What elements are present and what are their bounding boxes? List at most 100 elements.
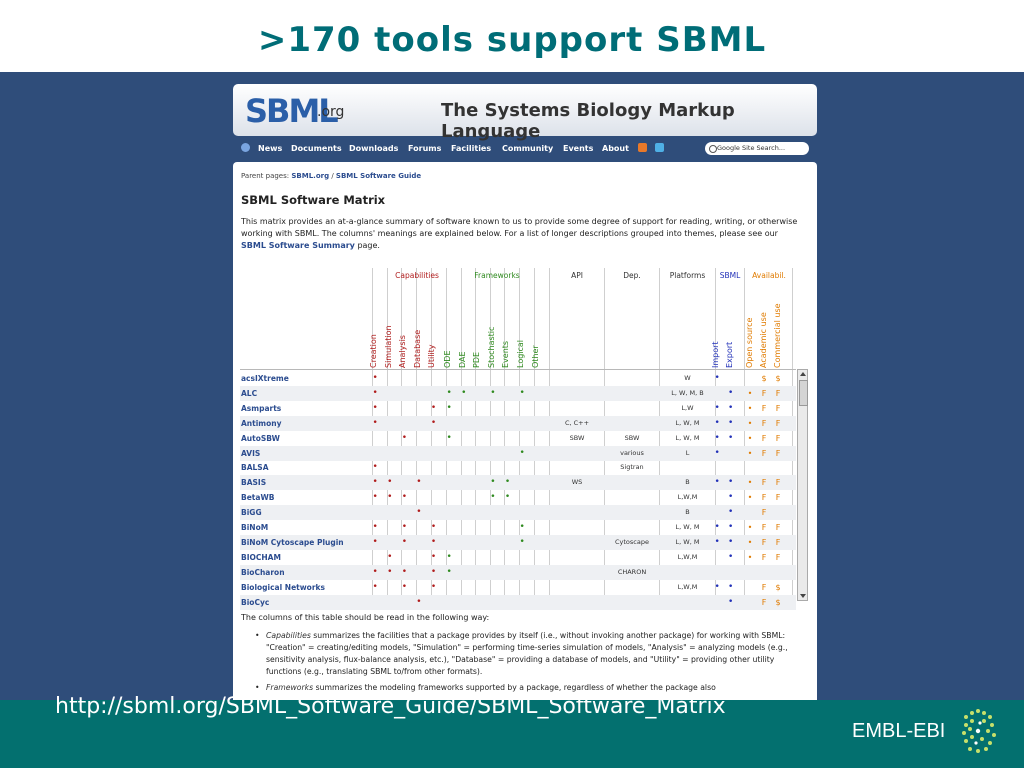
matrix-dot-icon: • <box>519 447 525 458</box>
availability-cell: • <box>747 433 753 443</box>
matrix-dot-icon: • <box>714 522 720 532</box>
nav-downloads[interactable]: Downloads <box>349 144 398 153</box>
intro-paragraph: This matrix provides an at-a-glance summ… <box>241 216 801 252</box>
group-frameworks: Frameworks <box>474 271 520 280</box>
group-sbml: SBML <box>719 271 741 280</box>
source-url[interactable]: http://sbml.org/SBML_Software_Guide/SBML… <box>55 694 726 719</box>
scroll-up-icon[interactable] <box>800 372 806 376</box>
breadcrumb-prefix: Parent pages: <box>241 172 290 180</box>
matrix-dot-icon: • <box>728 507 734 518</box>
table-row: BetaWB • • • • • • • F F L,W,M <box>240 490 796 505</box>
software-link[interactable]: BiGG <box>241 505 262 520</box>
availability-cell: $ <box>775 597 781 607</box>
availability-cell: F <box>761 388 767 398</box>
nav-documents[interactable]: Documents <box>291 144 342 153</box>
matrix-dot-icon: • <box>446 387 452 398</box>
column-header: Analysis <box>398 335 408 368</box>
matrix-dot-icon: • <box>504 477 511 488</box>
column-header: Import <box>711 341 720 368</box>
table-row: BiNoM • • • • • • • F F L, W, M <box>240 520 796 535</box>
term-frameworks-text: summarizes the modeling frameworks suppo… <box>315 683 716 692</box>
software-link[interactable]: ALC <box>241 386 257 401</box>
software-link[interactable]: BioCyc <box>241 595 269 610</box>
api-cell: WS <box>571 478 583 487</box>
software-link[interactable]: Asmparts <box>241 401 281 416</box>
page-title: SBML Software Matrix <box>241 193 386 207</box>
software-link[interactable]: BASIS <box>241 475 266 490</box>
breadcrumb: Parent pages: SBML.org / SBML Software G… <box>241 172 421 180</box>
matrix-dot-icon: • <box>728 522 734 532</box>
matrix-dot-icon: • <box>504 492 511 503</box>
group-platforms: Platforms <box>669 271 706 280</box>
software-matrix: Capabilities Frameworks API Dep. Platforms SB… <box>240 268 808 610</box>
table-row: BioCharon • • • • • CHARON <box>240 564 796 580</box>
home-icon[interactable] <box>241 143 250 152</box>
matrix-dot-icon: • <box>728 402 734 413</box>
software-link[interactable]: acsIXtreme <box>241 371 289 386</box>
availability-cell: F <box>775 433 781 443</box>
nav-community[interactable]: Community <box>502 144 553 153</box>
software-link[interactable]: BiNoM Cytoscape Plugin <box>241 535 344 550</box>
breadcrumb-link-guide[interactable]: SBML Software Guide <box>336 172 421 180</box>
table-row: AutoSBW • • • • • F F SBW SBW L, W, M <box>240 431 796 446</box>
matrix-dot-icon: • <box>728 387 734 398</box>
matrix-dot-icon: • <box>714 432 720 443</box>
software-summary-link[interactable]: SBML Software Summary <box>241 241 355 250</box>
column-header: ODE <box>443 350 452 368</box>
column-header: DAE <box>457 351 467 368</box>
column-header: Commercial use <box>773 303 782 368</box>
software-link[interactable]: BIOCHAM <box>241 550 281 565</box>
availability-cell: F <box>761 597 767 607</box>
nav-facilities[interactable]: Facilities <box>451 144 491 153</box>
dependency-cell: SBW <box>624 433 640 442</box>
matrix-dot-icon: • <box>372 417 378 428</box>
matrix-dot-icon: • <box>461 387 467 398</box>
matrix-scrollbar[interactable] <box>797 369 808 601</box>
software-link[interactable]: Biological Networks <box>241 580 325 595</box>
nav-about[interactable]: About <box>602 144 629 153</box>
matrix-dot-icon: • <box>430 522 437 532</box>
software-link[interactable]: AutoSBW <box>241 431 280 446</box>
column-header: Other <box>530 345 540 368</box>
software-link[interactable]: BioCharon <box>241 565 285 580</box>
column-header: Utility <box>427 344 437 368</box>
availability-cell: F <box>761 508 767 518</box>
availability-cell: • <box>747 403 753 413</box>
dependency-cell: Sigtran <box>620 463 644 472</box>
site-tagline: The Systems Biology Markup Language <box>441 100 735 142</box>
rss-icon[interactable] <box>638 143 647 152</box>
table-row: AVIS • • • F Fvarious L <box>240 445 796 461</box>
software-link[interactable]: BetaWB <box>241 490 274 505</box>
software-link[interactable]: AVIS <box>241 446 260 461</box>
availability-cell: F <box>761 523 767 532</box>
matrix-dot-icon: • <box>372 536 378 547</box>
matrix-dot-icon: • <box>728 581 734 592</box>
twitter-icon[interactable] <box>655 143 664 152</box>
breadcrumb-link-sbml[interactable]: SBML.org <box>291 172 329 180</box>
nav-events[interactable]: Events <box>563 144 593 153</box>
availability-cell: F <box>761 493 767 503</box>
nav-forums[interactable]: Forums <box>408 144 441 153</box>
availability-cell: F <box>761 537 767 547</box>
availability-cell: F <box>775 493 781 503</box>
availability-cell: F <box>775 478 781 488</box>
platform-cell: B <box>685 508 690 517</box>
table-row: acsIXtreme • • $ $ W <box>240 371 796 386</box>
matrix-dot-icon: • <box>446 402 452 413</box>
scroll-thumb[interactable] <box>799 380 808 406</box>
matrix-dot-icon: • <box>728 432 734 443</box>
dependency-cell: CHARON <box>617 567 647 576</box>
matrix-dot-icon: • <box>401 522 407 532</box>
software-link[interactable]: BiNoM <box>241 520 268 535</box>
availability-cell: F <box>761 448 767 458</box>
search-input[interactable]: Google Site Search... <box>705 142 809 155</box>
availability-cell: F <box>761 582 767 592</box>
software-link[interactable]: Antimony <box>241 416 282 431</box>
platform-cell: L,W,M <box>677 493 698 502</box>
software-link[interactable]: BALSA <box>241 460 269 475</box>
table-row: Biological Networks • • • • • F $ L,W,M <box>240 580 796 595</box>
availability-cell: • <box>747 478 753 488</box>
nav-news[interactable]: News <box>258 144 282 153</box>
scroll-down-icon[interactable] <box>800 594 806 598</box>
column-header: PDE <box>472 351 482 368</box>
